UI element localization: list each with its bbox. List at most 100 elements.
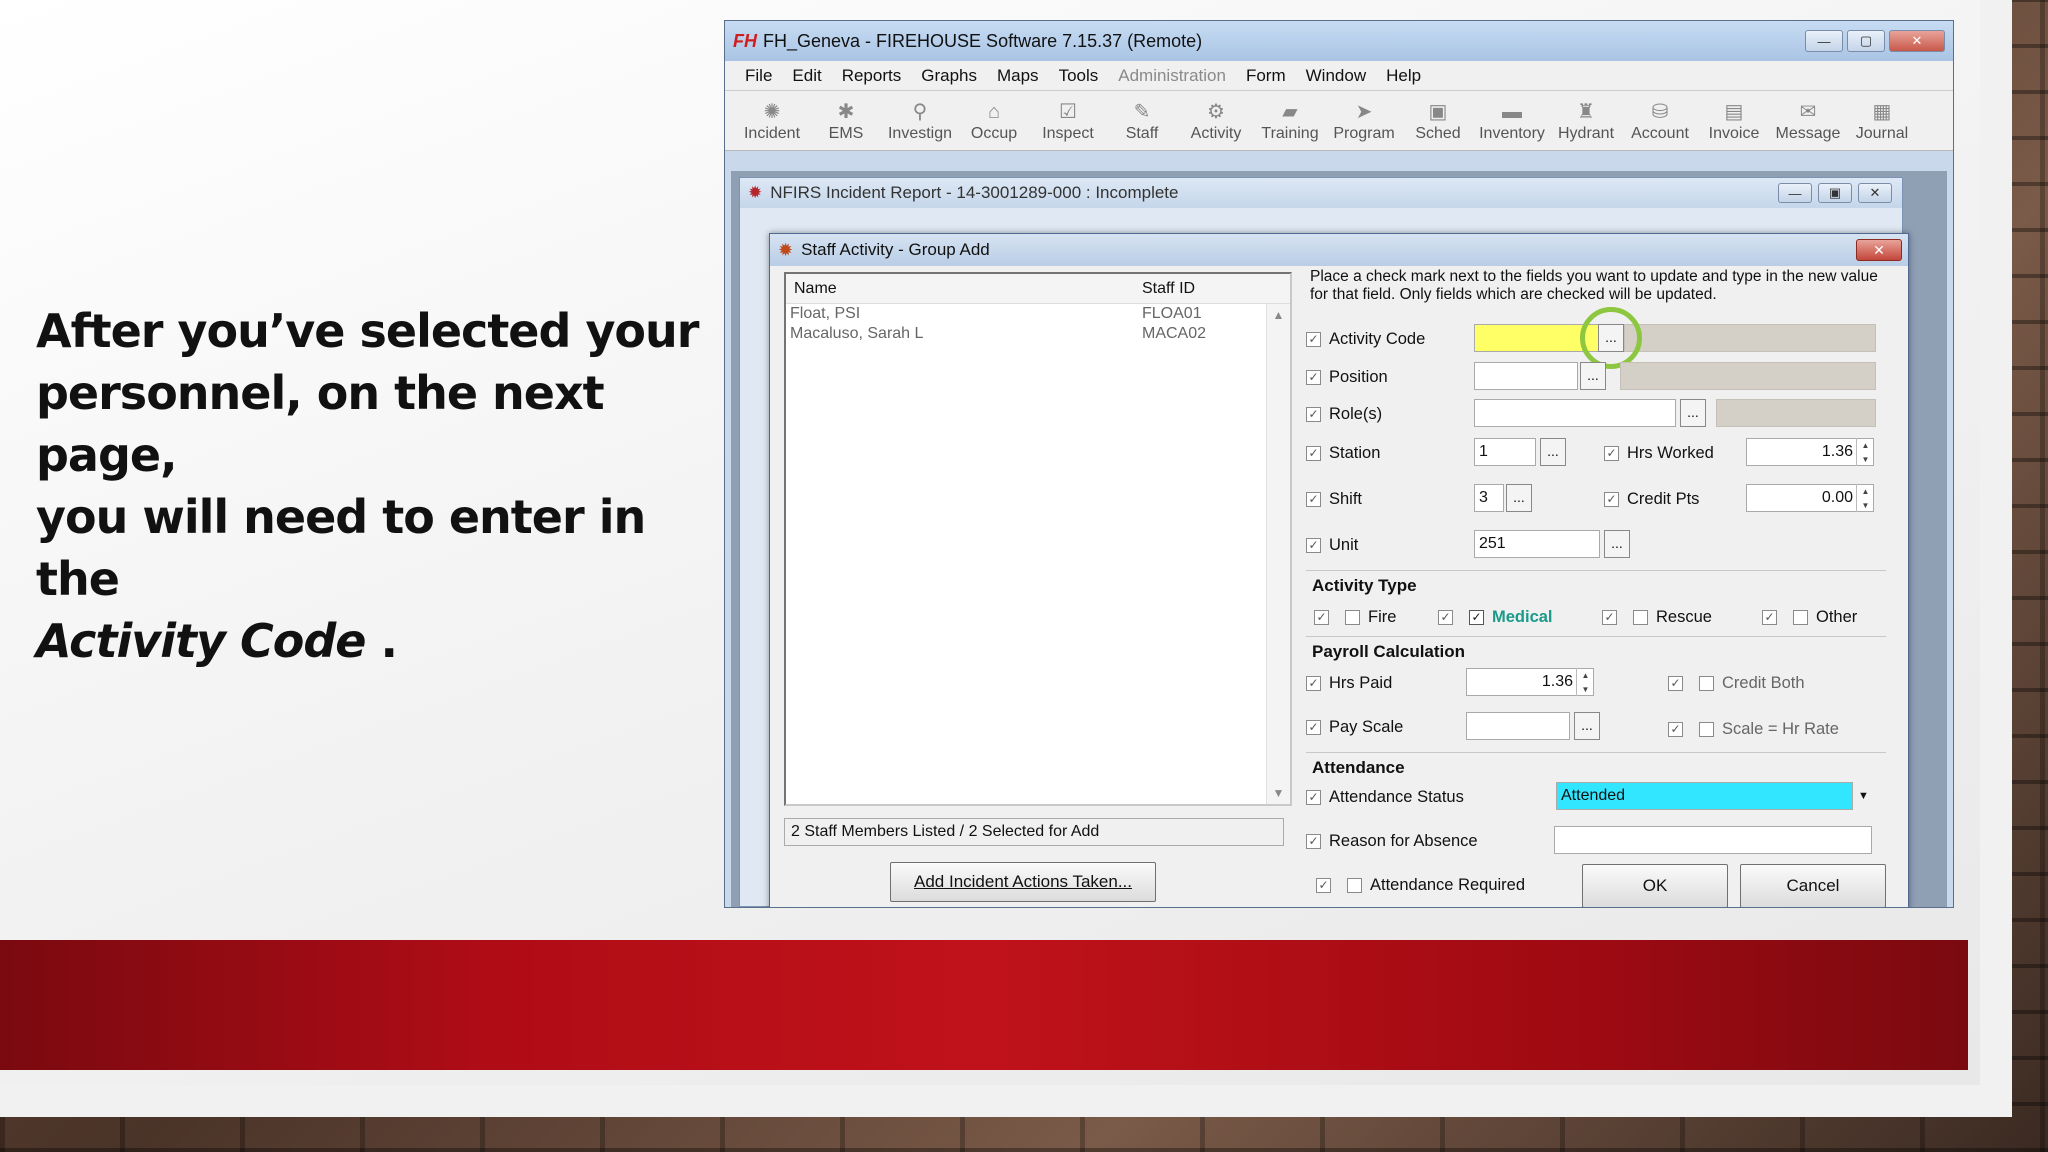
- credit-both-enable-check[interactable]: ✓: [1668, 675, 1683, 691]
- staff-list[interactable]: Name Staff ID Float, PSI FLOA01 Macaluso…: [784, 272, 1292, 806]
- pay-scale-lookup-button[interactable]: ...: [1574, 712, 1600, 740]
- toolbar-inventory[interactable]: ▬ Inventory: [1475, 91, 1549, 150]
- column-staff-id[interactable]: Staff ID: [1138, 280, 1195, 298]
- roles-check[interactable]: ✓: [1306, 406, 1321, 422]
- hrs-paid-check[interactable]: ✓: [1306, 675, 1321, 691]
- menu-edit[interactable]: Edit: [782, 66, 831, 86]
- toolbar-invoice[interactable]: ▤ Invoice: [1697, 91, 1771, 150]
- credit-pts-check[interactable]: ✓: [1604, 491, 1619, 507]
- roles-lookup-button[interactable]: ...: [1680, 399, 1706, 427]
- menu-help[interactable]: Help: [1376, 66, 1431, 86]
- scroll-down-icon[interactable]: ▼: [1267, 782, 1290, 804]
- toolbar-activity[interactable]: ⚙ Activity: [1179, 91, 1253, 150]
- hrs-worked-check[interactable]: ✓: [1604, 445, 1619, 461]
- credit-pts-spinner[interactable]: ▲ ▼: [1856, 484, 1874, 512]
- dialog-titlebar[interactable]: ✹ Staff Activity - Group Add ✕: [770, 234, 1908, 266]
- toolbar-incident[interactable]: ✺ Incident: [735, 91, 809, 150]
- caption-line-2: personnel, on the next page,: [36, 366, 605, 482]
- scale-hr-rate-check[interactable]: [1699, 721, 1714, 737]
- toolbar-journal[interactable]: ▦ Journal: [1845, 91, 1919, 150]
- toolbar-account[interactable]: ⛁ Account: [1623, 91, 1697, 150]
- toolbar-hydrant[interactable]: ♜ Hydrant: [1549, 91, 1623, 150]
- toolbar-occupancy[interactable]: ⌂ Occup: [957, 91, 1031, 150]
- reason-absence-check[interactable]: ✓: [1306, 833, 1321, 849]
- position-input[interactable]: [1474, 362, 1578, 390]
- medical-check[interactable]: ✓: [1469, 609, 1484, 625]
- rescue-check[interactable]: [1633, 609, 1648, 625]
- nfirs-close-button[interactable]: ✕: [1858, 183, 1892, 203]
- shift-input[interactable]: 3: [1474, 484, 1504, 512]
- other-enable-check[interactable]: ✓: [1762, 609, 1777, 625]
- hrs-worked-input[interactable]: 1.36: [1746, 438, 1874, 466]
- toolbar-inspect[interactable]: ☑ Inspect: [1031, 91, 1105, 150]
- menu-administration[interactable]: Administration: [1108, 66, 1236, 86]
- toolbar-message[interactable]: ✉ Message: [1771, 91, 1845, 150]
- position-lookup-button[interactable]: ...: [1580, 362, 1606, 390]
- scroll-up-icon[interactable]: ▲: [1267, 304, 1290, 326]
- hrs-worked-spinner[interactable]: ▲ ▼: [1856, 438, 1874, 466]
- divider: [1306, 752, 1886, 753]
- credit-pts-input[interactable]: 0.00: [1746, 484, 1874, 512]
- column-name[interactable]: Name: [786, 280, 1138, 298]
- account-icon: ⛁: [1651, 100, 1669, 123]
- toolbar-training[interactable]: ▰ Training: [1253, 91, 1327, 150]
- list-scrollbar[interactable]: ▲ ▼: [1266, 304, 1290, 804]
- nfirs-minimize-button[interactable]: —: [1778, 183, 1812, 203]
- add-incident-actions-button[interactable]: Add Incident Actions Taken...: [890, 862, 1156, 902]
- menu-reports[interactable]: Reports: [832, 66, 912, 86]
- toolbar-investigation[interactable]: ⚲ Investign: [883, 91, 957, 150]
- reason-absence-input[interactable]: [1554, 826, 1872, 854]
- menu-window[interactable]: Window: [1296, 66, 1376, 86]
- toolbar-staff[interactable]: ✎ Staff: [1105, 91, 1179, 150]
- caption-line-1: After you’ve selected your: [36, 304, 699, 358]
- roles-input[interactable]: [1474, 399, 1676, 427]
- medical-enable-check[interactable]: ✓: [1438, 609, 1453, 625]
- position-check[interactable]: ✓: [1306, 369, 1321, 385]
- list-item[interactable]: Float, PSI FLOA01: [786, 304, 1290, 324]
- menu-file[interactable]: File: [735, 66, 782, 86]
- attendance-required-check[interactable]: [1347, 877, 1362, 893]
- toolbar-schedule[interactable]: ▣ Sched: [1401, 91, 1475, 150]
- invoice-icon: ▤: [1724, 100, 1744, 123]
- attendance-status-check[interactable]: ✓: [1306, 789, 1321, 805]
- ok-button[interactable]: OK: [1582, 864, 1728, 907]
- attendance-required-enable-check[interactable]: ✓: [1316, 877, 1331, 893]
- toolbar-program[interactable]: ➤ Program: [1327, 91, 1401, 150]
- toolbar-ems[interactable]: ✱ EMS: [809, 91, 883, 150]
- unit-input[interactable]: 251: [1474, 530, 1600, 558]
- scale-hr-rate-enable-check[interactable]: ✓: [1668, 721, 1683, 737]
- window-titlebar[interactable]: FH FH_Geneva - FIREHOUSE Software 7.15.3…: [725, 21, 1953, 61]
- station-lookup-button[interactable]: ...: [1540, 438, 1566, 466]
- other-check[interactable]: [1793, 609, 1808, 625]
- list-item[interactable]: Macaluso, Sarah L MACA02: [786, 324, 1290, 344]
- hrs-paid-input[interactable]: 1.36: [1466, 668, 1594, 696]
- unit-check[interactable]: ✓: [1306, 537, 1321, 553]
- credit-both-check[interactable]: [1699, 675, 1714, 691]
- minimize-button[interactable]: —: [1805, 30, 1843, 52]
- nfirs-restore-button[interactable]: ▣: [1818, 183, 1852, 203]
- shift-lookup-button[interactable]: ...: [1506, 484, 1532, 512]
- shift-check[interactable]: ✓: [1306, 491, 1321, 507]
- chevron-down-icon[interactable]: ▼: [1852, 782, 1874, 810]
- incident-icon: ✺: [763, 100, 781, 123]
- pay-scale-input[interactable]: [1466, 712, 1570, 740]
- station-check[interactable]: ✓: [1306, 445, 1321, 461]
- pay-scale-check[interactable]: ✓: [1306, 719, 1321, 735]
- cancel-button[interactable]: Cancel: [1740, 864, 1886, 907]
- hrs-paid-spinner[interactable]: ▲ ▼: [1576, 668, 1594, 696]
- activity-code-check[interactable]: ✓: [1306, 331, 1321, 347]
- close-button[interactable]: ✕: [1889, 30, 1945, 52]
- unit-lookup-button[interactable]: ...: [1604, 530, 1630, 558]
- menu-maps[interactable]: Maps: [987, 66, 1049, 86]
- menu-tools[interactable]: Tools: [1049, 66, 1109, 86]
- nfirs-titlebar[interactable]: ✹ NFIRS Incident Report - 14-3001289-000…: [740, 178, 1902, 208]
- rescue-enable-check[interactable]: ✓: [1602, 609, 1617, 625]
- menu-graphs[interactable]: Graphs: [911, 66, 987, 86]
- fire-enable-check[interactable]: ✓: [1314, 609, 1329, 625]
- fire-check[interactable]: [1345, 609, 1360, 625]
- dialog-close-button[interactable]: ✕: [1856, 239, 1902, 261]
- station-input[interactable]: 1: [1474, 438, 1536, 466]
- maximize-button[interactable]: ▢: [1847, 30, 1885, 52]
- menu-form[interactable]: Form: [1236, 66, 1296, 86]
- attendance-status-select[interactable]: Attended: [1556, 782, 1874, 810]
